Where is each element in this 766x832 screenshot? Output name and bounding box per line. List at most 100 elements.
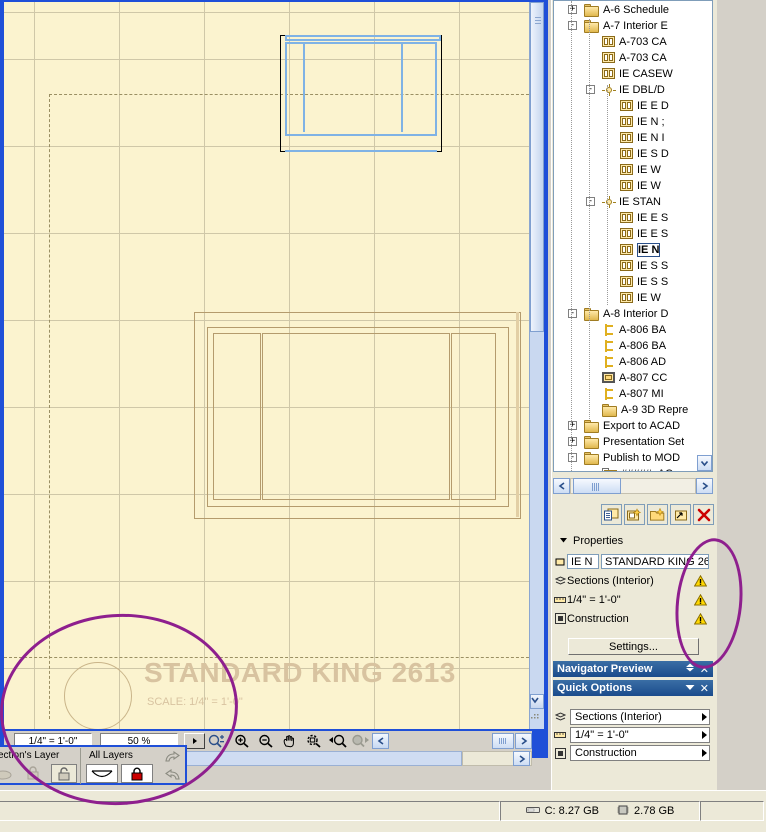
collapse-triangle-icon[interactable] bbox=[559, 535, 573, 547]
tree-item-4[interactable]: IE CASEW bbox=[554, 66, 712, 82]
tree-item-2[interactable]: A-703 CA bbox=[554, 34, 712, 50]
tree-item-15[interactable]: IE N bbox=[554, 242, 712, 258]
delete-button[interactable] bbox=[693, 504, 714, 525]
navigator-preview-titlebar[interactable]: Navigator Preview ✕ bbox=[553, 661, 713, 677]
tree-item-13[interactable]: IE E S bbox=[554, 210, 712, 226]
scroll-down-button[interactable] bbox=[530, 694, 544, 709]
view-id-field[interactable]: IE N bbox=[567, 554, 599, 569]
chevron-down-icon[interactable] bbox=[685, 682, 695, 694]
tree-hscroll-thumb[interactable] bbox=[573, 478, 621, 494]
project-navigator-tree[interactable]: + A-6 Schedule - A-7 Interior E A-703 CA A-70… bbox=[553, 0, 713, 472]
tree-item-28[interactable]: - Publish to MOD bbox=[554, 450, 712, 466]
view-settings-button[interactable] bbox=[601, 504, 622, 525]
tree-item-0[interactable]: + A-6 Schedule bbox=[554, 2, 712, 18]
scale-value: 1/4" = 1'-0" bbox=[575, 729, 629, 741]
tree-item-12[interactable]: - IE STAN bbox=[554, 194, 712, 210]
collapse-toggle-icon[interactable]: - bbox=[568, 453, 577, 462]
selected-elevation-symbol[interactable] bbox=[280, 35, 442, 152]
undo-icon[interactable] bbox=[162, 767, 182, 784]
lock-layer-icon-disabled[interactable] bbox=[22, 765, 44, 781]
tree-item-26[interactable]: + Export to ACAD bbox=[554, 418, 712, 434]
zoom-in-icon[interactable] bbox=[232, 733, 251, 749]
tree-item-14[interactable]: IE E S bbox=[554, 226, 712, 242]
tree-item-5[interactable]: - IE DBL/D bbox=[554, 82, 712, 98]
pan-hand-icon[interactable] bbox=[280, 733, 299, 749]
zoom-out-icon[interactable] bbox=[256, 733, 275, 749]
fit-in-window-icon[interactable] bbox=[304, 733, 323, 749]
redo-icon[interactable] bbox=[162, 749, 182, 766]
hscroll-thumb[interactable] bbox=[492, 733, 514, 749]
tree-item-7[interactable]: IE N ; bbox=[554, 114, 712, 130]
quick-option-model-view[interactable]: Construction bbox=[553, 744, 713, 762]
scroll-right-button[interactable] bbox=[696, 478, 713, 494]
plan-drawing-canvas[interactable]: STANDARD KING 2613 SCALE: 1/4" = 1'-0" bbox=[4, 2, 532, 729]
scale-dropdown[interactable]: 1/4" = 1'-0" bbox=[570, 727, 710, 743]
resize-grip[interactable] bbox=[530, 712, 544, 727]
hscroll-thumb[interactable] bbox=[162, 751, 462, 766]
property-row-scale[interactable]: 1/4" = 1'-0" bbox=[553, 591, 713, 608]
disk-icon bbox=[525, 805, 540, 818]
property-row-name[interactable]: IE N STANDARD KING 2613 bbox=[553, 553, 713, 570]
tree-item-1[interactable]: - A-7 Interior E bbox=[554, 18, 712, 34]
previous-zoom-icon[interactable] bbox=[328, 733, 347, 749]
close-icon[interactable]: ✕ bbox=[700, 663, 709, 676]
quick-option-scale[interactable]: 1/4" = 1'-0" bbox=[553, 726, 713, 744]
show-all-layers-icon[interactable] bbox=[86, 764, 118, 783]
tree-item-17[interactable]: IE S S bbox=[554, 274, 712, 290]
quick-option-layer-combination[interactable]: Sections (Interior) bbox=[553, 708, 713, 726]
tree-item-8[interactable]: IE N I bbox=[554, 130, 712, 146]
scroll-right-button[interactable] bbox=[513, 751, 530, 766]
tree-item-27[interactable]: + Presentation Set bbox=[554, 434, 712, 450]
tree-item-24[interactable]: A-807 MI bbox=[554, 386, 712, 402]
next-zoom-icon[interactable] bbox=[350, 733, 369, 749]
expand-toggle-icon[interactable]: + bbox=[568, 421, 577, 430]
tree-item-9[interactable]: IE S D bbox=[554, 146, 712, 162]
redefine-view-button[interactable] bbox=[670, 504, 691, 525]
property-row-model-view[interactable]: Construction bbox=[553, 610, 713, 627]
collapse-toggle-icon[interactable]: - bbox=[586, 85, 595, 94]
model-view-dropdown[interactable]: Construction bbox=[570, 745, 710, 761]
plan-vertical-scrollbar[interactable] bbox=[529, 2, 544, 729]
tree-item-20[interactable]: A-806 BA bbox=[554, 322, 712, 338]
tree-scroll-down-button[interactable] bbox=[697, 455, 712, 471]
tree-horizontal-scrollbar[interactable] bbox=[553, 478, 713, 494]
scrollbar-thumb[interactable] bbox=[530, 2, 544, 332]
tree-item-19[interactable]: - A-8 Interior D bbox=[554, 306, 712, 322]
tree-item-22[interactable]: A-806 AD bbox=[554, 354, 712, 370]
settings-button[interactable]: Settings... bbox=[568, 638, 699, 655]
unlock-layer-icon[interactable] bbox=[51, 764, 77, 783]
tree-item-11[interactable]: IE W bbox=[554, 178, 712, 194]
tree-item-10[interactable]: IE W bbox=[554, 162, 712, 178]
tree-item-6[interactable]: IE E D bbox=[554, 98, 712, 114]
zoom-marquee-icon[interactable] bbox=[207, 733, 226, 749]
hide-layer-icon[interactable] bbox=[0, 765, 14, 781]
tree-item-3[interactable]: A-703 CA bbox=[554, 50, 712, 66]
tree-item-16[interactable]: IE S S bbox=[554, 258, 712, 274]
view-name-field[interactable]: STANDARD KING 2613 bbox=[601, 554, 709, 569]
close-icon[interactable]: ✕ bbox=[700, 682, 709, 695]
save-view-button[interactable] bbox=[624, 504, 645, 525]
tree-item-25[interactable]: A-9 3D Repre bbox=[554, 402, 712, 418]
detail-icon bbox=[602, 372, 616, 384]
properties-header[interactable]: Properties bbox=[559, 534, 623, 548]
layer-combination-dropdown[interactable]: Sections (Interior) bbox=[570, 709, 710, 725]
tree-item-18[interactable]: IE W bbox=[554, 290, 712, 306]
zoom-preset-dropdown-button[interactable] bbox=[184, 733, 205, 749]
new-folder-button[interactable] bbox=[647, 504, 668, 525]
lock-all-layers-icon[interactable] bbox=[121, 764, 153, 783]
collapse-toggle-icon[interactable]: - bbox=[586, 197, 595, 206]
collapse-toggle-icon[interactable]: - bbox=[568, 309, 577, 318]
tree-item-21[interactable]: A-806 BA bbox=[554, 338, 712, 354]
collapse-toggle-icon[interactable]: - bbox=[568, 21, 577, 30]
tree-item-29[interactable]: #####_AC_ bbox=[554, 466, 712, 471]
expand-toggle-icon[interactable]: + bbox=[568, 5, 577, 14]
expand-icon[interactable] bbox=[685, 663, 695, 675]
quick-options-titlebar[interactable]: Quick Options ✕ bbox=[553, 680, 713, 696]
expand-toggle-icon[interactable]: + bbox=[568, 437, 577, 446]
scroll-left-button[interactable] bbox=[553, 478, 570, 494]
tree-item-23[interactable]: A-807 CC bbox=[554, 370, 712, 386]
tree-item-label: IE S D bbox=[637, 148, 669, 160]
property-row-layer-combination[interactable]: Sections (Interior) bbox=[553, 572, 713, 589]
collapse-toolbar-button[interactable] bbox=[372, 733, 389, 749]
scroll-right-button[interactable] bbox=[515, 733, 532, 749]
